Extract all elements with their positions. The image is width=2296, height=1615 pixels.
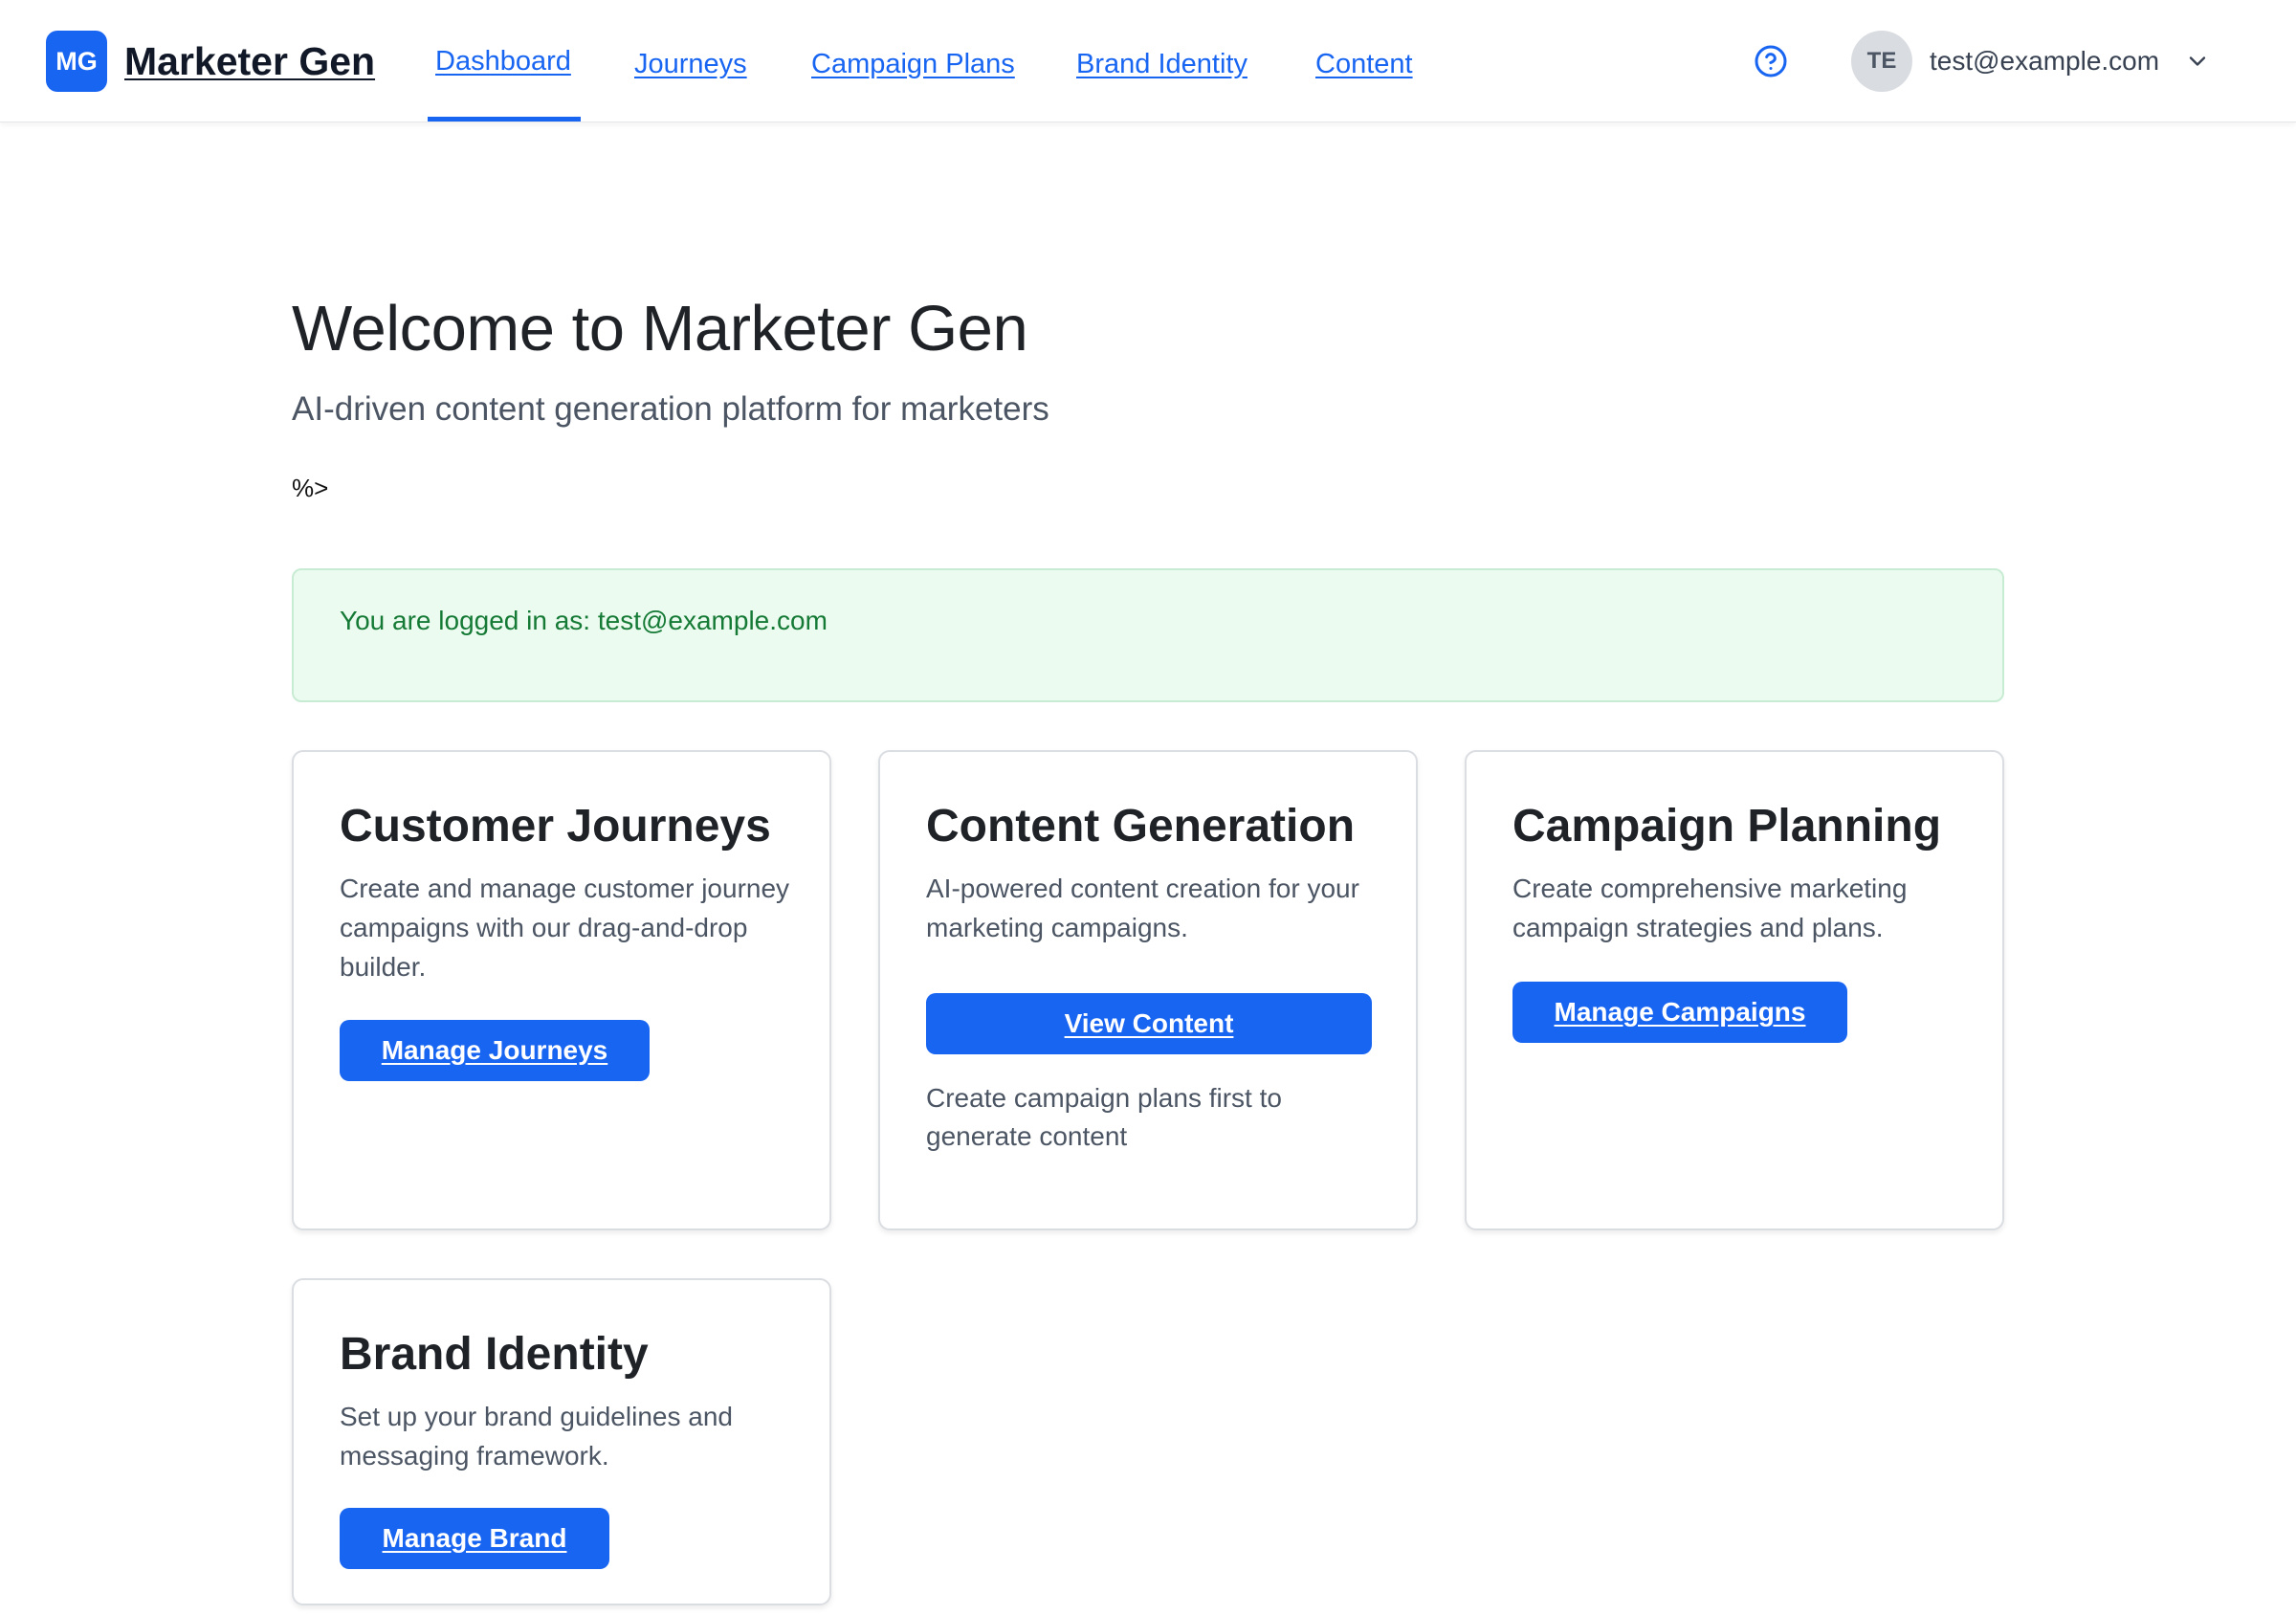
brand-home-link[interactable]: MG Marketer Gen	[46, 31, 375, 92]
card-title: Brand Identity	[340, 1329, 649, 1380]
card-title: Content Generation	[926, 801, 1356, 852]
card-note: Create campaign plans first to generate …	[926, 1083, 1282, 1151]
card-description: Create comprehensive marketing campaign …	[1512, 874, 1908, 942]
card-title: Campaign Planning	[1512, 801, 1942, 852]
card-title: Customer Journeys	[340, 801, 771, 852]
nav-journeys[interactable]: Journeys	[634, 49, 747, 80]
chevron-down-icon[interactable]	[2184, 48, 2211, 75]
brand-name: Marketer Gen	[124, 38, 376, 83]
brand-logo: MG	[46, 31, 107, 92]
manage-brand-button[interactable]: Manage Brand	[340, 1508, 609, 1569]
nav-brand-identity[interactable]: Brand Identity	[1076, 49, 1247, 80]
question-circle-icon[interactable]	[1754, 44, 1788, 78]
login-status-alert: You are logged in as: test@example.com	[292, 568, 2004, 702]
card-content-generation: Content Generation AI-powered content cr…	[878, 750, 1418, 1230]
nav-active-indicator	[428, 117, 581, 122]
stray-template-text: %>	[292, 474, 329, 502]
page-subtitle: AI-driven content generation platform fo…	[292, 390, 1049, 428]
card-brand-identity: Brand Identity Set up your brand guideli…	[292, 1278, 831, 1605]
card-description: Create and manage customer journey campa…	[340, 874, 790, 982]
top-navigation-bar: MG Marketer Gen Dashboard Journeys Campa…	[0, 0, 2296, 122]
nav-dashboard[interactable]: Dashboard	[435, 46, 571, 77]
page-title: Welcome to Marketer Gen	[292, 293, 1028, 365]
user-menu[interactable]: TE test@example.com	[1851, 31, 2211, 92]
card-campaign-planning: Campaign Planning Create comprehensive m…	[1465, 750, 2004, 1230]
user-email: test@example.com	[1930, 46, 2160, 76]
avatar: TE	[1851, 31, 1912, 92]
card-description: Set up your brand guidelines and messagi…	[340, 1402, 733, 1471]
view-content-button[interactable]: View Content	[926, 993, 1372, 1054]
manage-journeys-button[interactable]: Manage Journeys	[340, 1020, 650, 1081]
card-customer-journeys: Customer Journeys Create and manage cust…	[292, 750, 831, 1230]
nav-campaign-plans[interactable]: Campaign Plans	[811, 49, 1015, 80]
alert-message: You are logged in as: test@example.com	[340, 606, 828, 635]
card-description: AI-powered content creation for your mar…	[926, 874, 1359, 942]
manage-campaigns-button[interactable]: Manage Campaigns	[1512, 982, 1847, 1043]
nav-content[interactable]: Content	[1315, 49, 1413, 80]
